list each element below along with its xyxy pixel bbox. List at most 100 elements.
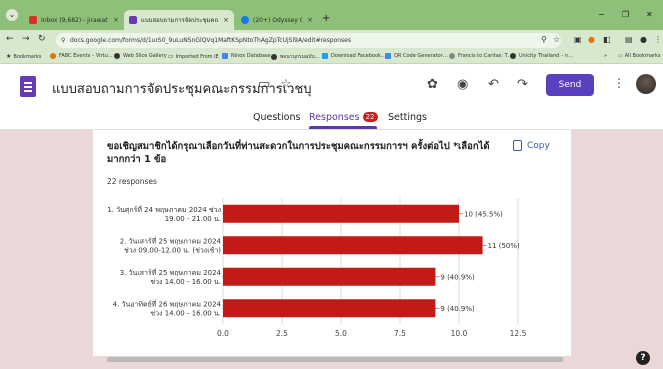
extensions-puzzle-icon[interactable]: ◧ xyxy=(603,35,611,44)
bookmark-favicon-icon xyxy=(449,53,455,59)
url-text: docs.google.com/forms/d/1urS0_9uLuNSnGlQ… xyxy=(70,37,352,44)
side-panel-icon[interactable]: ▤ xyxy=(625,35,633,44)
bookmark-item[interactable]: พจนานุกรมฉบับ… xyxy=(271,53,320,61)
close-tab-icon[interactable]: × xyxy=(113,16,119,24)
bookmark-item[interactable]: Unicity Thailand – n… xyxy=(510,53,573,59)
bookmark-item[interactable]: Download Facebook… xyxy=(322,53,386,59)
chart-x-tick-label: 5.0 xyxy=(335,329,347,338)
chart-data-label: 9 (40.9%) xyxy=(440,305,475,313)
bookmark-item[interactable]: ★ Bookmarks xyxy=(6,53,41,60)
browser-tabstrip: ⌄ Inbox (9,682) - jirawat@caritas × แบบส… xyxy=(0,0,663,30)
browser-tab-label: Inbox (9,682) - jirawat@caritas xyxy=(41,16,108,24)
avatar[interactable] xyxy=(636,74,656,94)
extension-icon[interactable]: ▣ xyxy=(574,35,582,44)
close-window-icon[interactable]: ✕ xyxy=(646,10,653,19)
bookmarks-bar: ★ Bookmarks FABC Events – Virtu… Web Slic… xyxy=(0,50,663,64)
chart-category-label: 2. วันเสาร์ที่ 25 พฤษภาคม 2024 xyxy=(120,236,222,245)
close-tab-icon[interactable]: × xyxy=(223,16,229,24)
copy-icon xyxy=(513,140,522,151)
bookmark-item[interactable]: Ninox Database xyxy=(222,53,271,59)
restore-icon[interactable]: ❐ xyxy=(622,10,629,19)
google-forms-icon xyxy=(129,16,137,24)
bookmark-favicon-icon xyxy=(50,53,56,59)
question-title: ขอเชิญสมาชิกได้กรุณาเลือกวันที่ท่านสะดวก… xyxy=(107,141,490,165)
response-count: 22 responses xyxy=(107,177,157,186)
all-bookmarks-button[interactable]: ▭ All Bookmarks xyxy=(618,53,660,59)
folder-icon: ▭ xyxy=(618,53,623,59)
close-tab-icon[interactable]: × xyxy=(307,16,313,24)
tab-questions[interactable]: Questions xyxy=(253,112,300,123)
tab-responses[interactable]: Responses 22 xyxy=(309,112,378,123)
horizontal-scrollbar[interactable] xyxy=(107,357,563,362)
bookmark-favicon-icon xyxy=(222,53,228,59)
undo-icon[interactable]: ↶ xyxy=(488,77,499,92)
bookmark-item[interactable]: Francis to Caritas: T… xyxy=(449,53,513,59)
site-info-icon[interactable]: ⚲ xyxy=(61,33,65,48)
bookmark-star-icon[interactable]: ☆ xyxy=(553,35,560,44)
bookmark-item[interactable]: QR Code Generator… xyxy=(385,53,448,59)
tab-settings[interactable]: Settings xyxy=(388,112,427,123)
chart-data-label: 10 (45.5%) xyxy=(464,210,503,218)
form-title[interactable]: แบบสอบถามการจัดประชุมคณะกรรมการเวชบุ xyxy=(52,78,312,99)
active-tab-indicator xyxy=(309,126,377,129)
chart-data-label: 11 (50%) xyxy=(488,242,520,250)
extension-icon[interactable]: ● xyxy=(588,35,595,44)
browser-toolbar: ← → ↻ ⚲ docs.google.com/forms/d/1urS0_9u… xyxy=(0,30,663,50)
bookmark-favicon-icon xyxy=(271,54,277,60)
tab-responses-label: Responses xyxy=(309,112,360,123)
tab-search-icon[interactable]: ⌄ xyxy=(6,9,18,21)
chart-category-label: 19.00 - 21.00 น. xyxy=(165,215,221,223)
chart-category-label: 1. วันศุกร์ที่ 24 พฤษภาคม 2024 ช่วง xyxy=(107,205,221,214)
chart-bar xyxy=(223,236,483,255)
form-tabs: Questions Responses 22 Settings xyxy=(0,110,663,130)
minimize-icon[interactable]: − xyxy=(598,10,605,19)
zoom-icon[interactable]: ⚲ xyxy=(541,35,547,44)
bookmark-item[interactable]: Web Slice Gallery xyxy=(114,53,167,59)
browser-tab-label: แบบสอบถามการจัดประชุมคณะกรรม xyxy=(141,17,219,24)
send-button[interactable]: Send xyxy=(546,74,594,96)
chart-category-label: ช่วง 14.00 - 16.00 น. xyxy=(150,309,221,317)
bookmarks-overflow-button[interactable]: » xyxy=(604,53,607,59)
profile-icon[interactable]: ● xyxy=(640,35,647,44)
chart-category-label: ช่วง 14.00 - 16.00 น. xyxy=(150,278,221,286)
redo-icon[interactable]: ↷ xyxy=(517,77,528,92)
google-forms-logo-icon[interactable] xyxy=(20,76,36,97)
browser-tab-forms[interactable]: แบบสอบถามการจัดประชุมคณะกรรม × xyxy=(124,10,234,30)
back-icon[interactable]: ← xyxy=(6,34,14,44)
help-icon[interactable]: ? xyxy=(636,351,650,365)
bookmark-favicon-icon xyxy=(510,53,516,59)
bookmark-item[interactable]: ▭ Imported From IE xyxy=(168,53,219,60)
chart-x-tick-label: 7.5 xyxy=(394,329,406,338)
browser-tab-gmail[interactable]: Inbox (9,682) - jirawat@caritas × xyxy=(24,10,124,30)
palette-icon[interactable]: ✿ xyxy=(427,77,438,92)
browser-tab-facebook[interactable]: (20+) Odyssey Club Thailand | × xyxy=(236,10,318,30)
chart-bar xyxy=(223,299,436,318)
star-icon: ★ xyxy=(6,53,12,60)
chart-bar xyxy=(223,204,459,223)
gmail-icon xyxy=(29,16,37,24)
chrome-menu-icon[interactable]: ⋮ xyxy=(654,35,662,44)
chart-category-label: 3. วันเสาร์ที่ 25 พฤษภาคม 2024 xyxy=(120,268,222,277)
folder-icon[interactable]: ▭ xyxy=(258,77,270,92)
copy-chart-button[interactable]: Copy xyxy=(513,140,550,151)
reload-icon[interactable]: ↻ xyxy=(38,34,46,44)
bookmark-item[interactable]: FABC Events – Virtu… xyxy=(50,53,113,59)
folder-icon: ▭ xyxy=(168,53,174,60)
forward-icon[interactable]: → xyxy=(22,34,30,44)
address-bar[interactable]: ⚲ docs.google.com/forms/d/1urS0_9uLuNSnG… xyxy=(56,33,561,48)
chart-data-label: 9 (40.9%) xyxy=(440,273,475,281)
browser-tab-label: (20+) Odyssey Club Thailand | xyxy=(253,16,303,24)
star-icon[interactable]: ☆ xyxy=(280,77,292,92)
forms-header: แบบสอบถามการจัดประชุมคณะกรรมการเวชบุ ▭ ☆… xyxy=(0,64,663,130)
question-summary-card: ขอเชิญสมาชิกได้กรุณาเลือกวันที่ท่านสะดวก… xyxy=(93,130,571,356)
bookmark-favicon-icon xyxy=(114,53,120,59)
chart-x-tick-label: 2.5 xyxy=(276,329,288,338)
chart-x-tick-label: 10.0 xyxy=(451,329,468,338)
new-tab-button[interactable]: + xyxy=(322,13,330,24)
facebook-icon xyxy=(241,16,249,24)
chart-x-tick-label: 0.0 xyxy=(217,329,229,338)
bookmark-favicon-icon xyxy=(385,53,391,59)
bookmark-favicon-icon xyxy=(322,53,328,59)
more-options-icon[interactable]: ⋮ xyxy=(613,76,625,90)
preview-eye-icon[interactable]: ◉ xyxy=(457,77,468,92)
